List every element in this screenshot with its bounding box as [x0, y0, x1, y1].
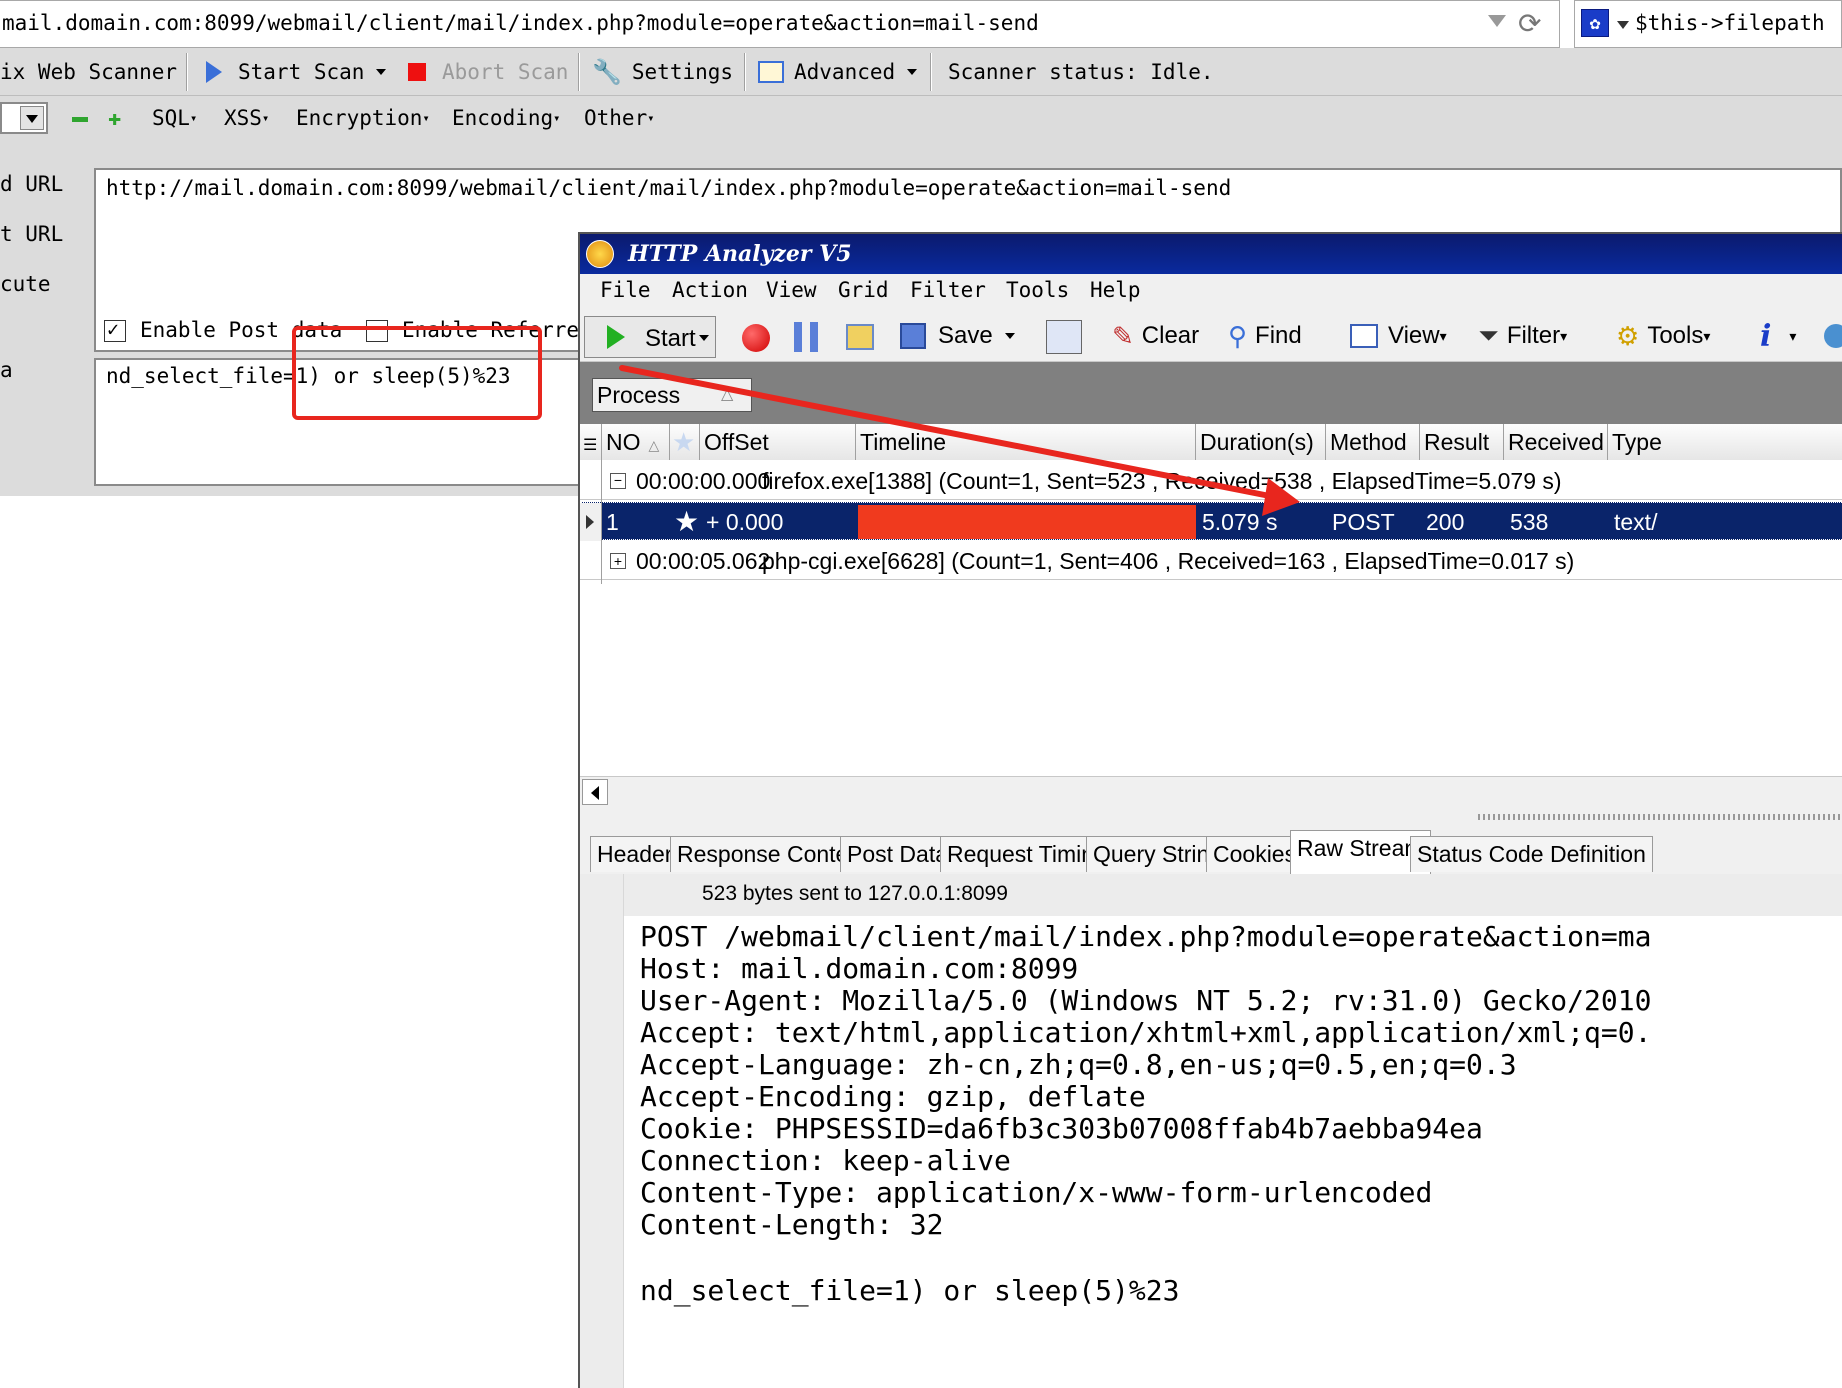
- arrow-head: [1262, 478, 1300, 516]
- annotation-arrow: [619, 365, 1300, 516]
- arrow-line: [619, 365, 1293, 503]
